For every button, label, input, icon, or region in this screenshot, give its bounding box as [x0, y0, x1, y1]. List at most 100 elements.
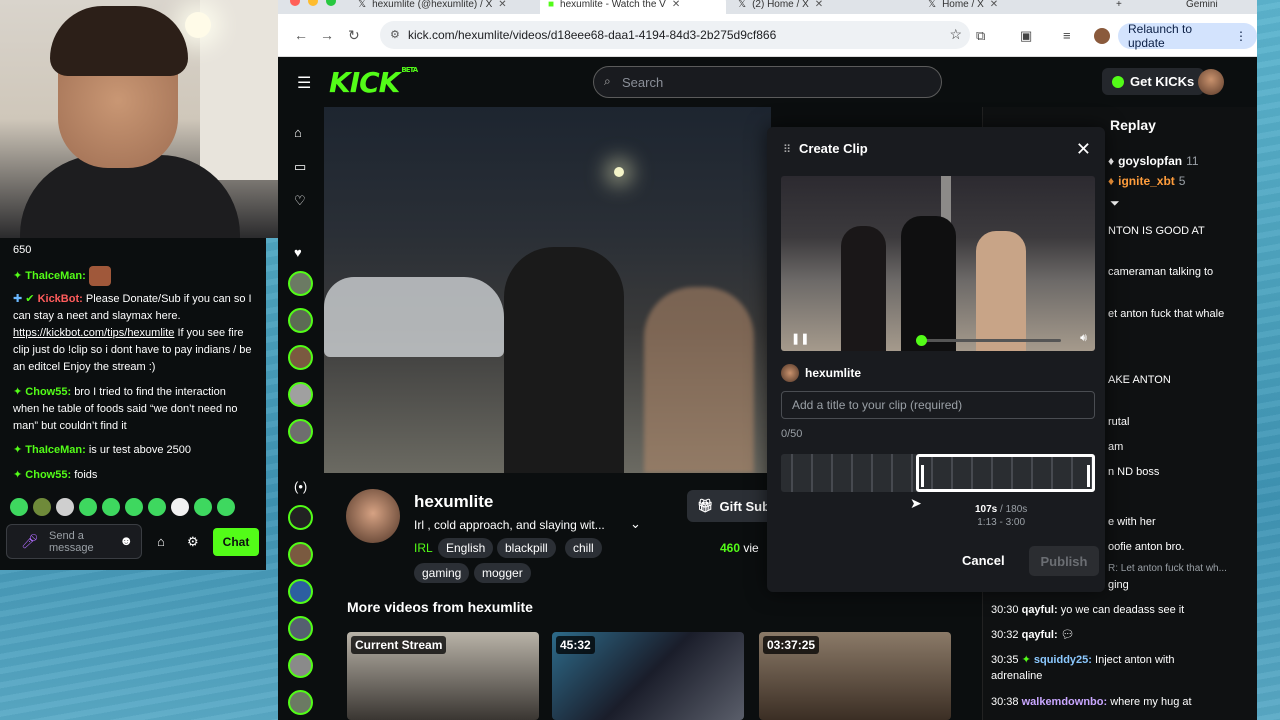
video-player[interactable] [324, 107, 771, 473]
media-control-icon[interactable]: ≡ [1063, 28, 1071, 43]
bookmark-star-icon[interactable]: ☆ [949, 26, 962, 43]
clip-progress-knob[interactable] [916, 335, 927, 346]
search-icon: ⌕ [604, 74, 611, 88]
chat-message: 30:32 qayful: 💬︎ [991, 629, 1075, 641]
tag-chip[interactable]: mogger [474, 563, 531, 583]
close-tab-icon[interactable]: ✕ [498, 0, 506, 10]
verified-badge-icon: ✔ [25, 293, 35, 305]
recommended-channel-avatar[interactable] [288, 579, 313, 604]
tip-link[interactable]: https://kickbot.com/tips/hexumlite [13, 327, 174, 339]
emote-button[interactable] [217, 498, 235, 516]
tab-x-home[interactable]: 𝕏 Home / X ✕ [920, 0, 1090, 14]
followed-heart-icon[interactable]: ♥ [294, 245, 302, 260]
emote-button[interactable] [56, 498, 74, 516]
site-info-icon[interactable]: ⚙ [390, 28, 400, 41]
chat-fragment: oofie anton bro. [1108, 541, 1185, 553]
chat-line: ✦ ThaIceMan: is ur test above 2500 [13, 444, 191, 456]
recommended-channel-avatar[interactable] [288, 690, 313, 715]
recommended-channel-avatar[interactable] [288, 616, 313, 641]
webcam-wall [200, 0, 278, 180]
menu-icon[interactable]: ☰ [297, 73, 311, 93]
tab-x-profile[interactable]: 𝕏hexumlite (@hexumlite) / X ✕ [350, 0, 540, 14]
browse-icon[interactable]: ▭ [294, 159, 306, 175]
reload-icon[interactable]: ↻ [348, 27, 360, 44]
followed-channel-avatar[interactable] [288, 345, 313, 370]
video-person [504, 247, 624, 473]
recommended-channel-avatar[interactable] [288, 542, 313, 567]
channel-avatar[interactable] [346, 489, 400, 543]
channel-name[interactable]: hexumlite [414, 492, 493, 512]
kick-logo[interactable]: KICK BETA [329, 66, 418, 99]
category-link[interactable]: IRL [414, 541, 433, 555]
volume-icon[interactable]: 🔊︎ [1080, 332, 1087, 345]
followed-channel-avatar[interactable] [288, 382, 313, 407]
char-count: 0/50 [781, 428, 803, 440]
chat-send-button[interactable]: Chat [213, 528, 259, 556]
home-icon[interactable]: ⌂ [294, 125, 302, 140]
url-field[interactable]: ⚙ kick.com/hexumlite/videos/d18eee68-daa… [380, 21, 970, 49]
clip-selection-range[interactable] [916, 454, 1095, 492]
followed-channel-avatar[interactable] [288, 308, 313, 333]
left-rail: ⌂ ▭ ♡ ♥ (•) [278, 107, 324, 720]
back-arrow-icon[interactable]: ← [294, 27, 308, 43]
send-message-input[interactable]: 🎤︎ Send a message ☻ [6, 524, 142, 559]
settings-gear-icon[interactable]: ⚙ [187, 534, 199, 550]
emote-button[interactable] [148, 498, 166, 516]
user-avatar[interactable] [1198, 69, 1224, 95]
followed-channel-avatar[interactable] [288, 419, 313, 444]
video-thumbnail[interactable]: 45:32 [552, 632, 744, 720]
zoom-window-button[interactable] [326, 0, 336, 6]
emoji-icon[interactable]: ☻ [119, 533, 133, 548]
filter-icon[interactable]: ⏷ [1110, 196, 1120, 211]
video-thumbnail[interactable]: Current Stream [347, 632, 539, 720]
relaunch-button[interactable]: Relaunch to update ⋮ [1118, 22, 1257, 50]
more-vert-icon[interactable]: ⋮ [1235, 29, 1247, 43]
clip-title-input[interactable]: Add a title to your clip (required) [781, 391, 1095, 419]
live-broadcast-icon[interactable]: (•) [294, 479, 307, 494]
forward-arrow-icon[interactable]: → [320, 27, 334, 43]
cast-icon[interactable]: ▣ [1020, 28, 1032, 44]
badge-icon: ✦ [13, 386, 23, 398]
get-kicks-button[interactable]: Get KICKs [1102, 68, 1205, 95]
recommended-channel-avatar[interactable] [288, 653, 313, 678]
emote-button[interactable] [79, 498, 97, 516]
profile-avatar[interactable] [1094, 28, 1110, 44]
emote-button[interactable] [125, 498, 143, 516]
pause-icon[interactable]: ❚❚ [791, 332, 809, 345]
store-icon[interactable]: ⌂ [157, 534, 165, 549]
emote-button[interactable] [33, 498, 51, 516]
selection-start-handle[interactable] [921, 465, 925, 487]
close-tab-icon[interactable]: ✕ [672, 0, 680, 10]
selection-end-handle[interactable] [1086, 465, 1090, 487]
clip-preview-video[interactable] [781, 176, 1095, 351]
chevron-down-icon[interactable]: ⌄ [630, 516, 641, 532]
new-tab-button[interactable]: + [1108, 0, 1130, 14]
close-tab-icon[interactable]: ✕ [815, 0, 823, 10]
recommended-channel-avatar[interactable] [288, 505, 313, 530]
following-heart-icon[interactable]: ♡ [294, 193, 306, 209]
gemini-profile-label[interactable]: Gemini [1178, 0, 1226, 14]
close-icon[interactable]: ✕ [1076, 139, 1091, 160]
emote-button[interactable] [194, 498, 212, 516]
emote-button[interactable] [102, 498, 120, 516]
tag-chip[interactable]: chill [565, 538, 602, 558]
drag-handle-icon[interactable]: ⠿ [783, 143, 791, 156]
microphone-icon[interactable]: 🎤︎ [21, 533, 39, 550]
extensions-icon[interactable]: ⧉ [976, 28, 985, 44]
cancel-button[interactable]: Cancel [962, 553, 1005, 568]
minimize-window-button[interactable] [308, 0, 318, 6]
close-tab-icon[interactable]: ✕ [990, 0, 998, 10]
video-thumbnail[interactable]: 03:37:25 [759, 632, 951, 720]
emote-button[interactable] [171, 498, 189, 516]
publish-button[interactable]: Publish [1029, 546, 1099, 576]
tag-chip[interactable]: blackpill [497, 538, 556, 558]
clip-progress-bar[interactable] [916, 335, 1061, 346]
tab-kick-video[interactable]: ■ hexumlite - Watch the V ✕ [540, 0, 726, 14]
search-input[interactable]: ⌕ Search [593, 66, 942, 98]
tag-chip[interactable]: gaming [414, 563, 470, 583]
followed-channel-avatar[interactable] [288, 271, 313, 296]
close-window-button[interactable] [290, 0, 300, 6]
emote-button[interactable] [10, 498, 28, 516]
tag-chip[interactable]: English [438, 538, 494, 558]
tab-x-home-2[interactable]: 𝕏 (2) Home / X ✕ [730, 0, 918, 14]
